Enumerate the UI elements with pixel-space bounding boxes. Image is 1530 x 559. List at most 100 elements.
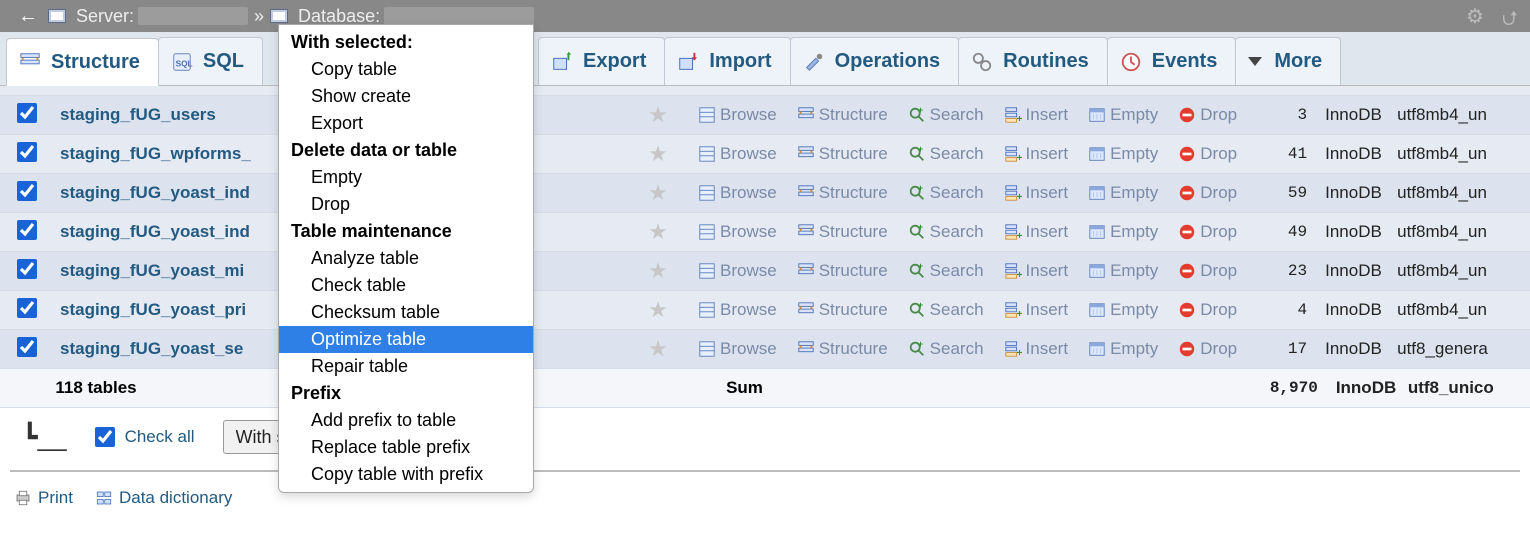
action-search[interactable]: +Search	[898, 339, 994, 359]
table-name-link[interactable]: staging_fUG_wpforms_	[60, 144, 251, 163]
row-checkbox[interactable]	[17, 142, 37, 162]
action-browse[interactable]: Browse	[688, 183, 787, 203]
action-search[interactable]: +Search	[898, 300, 994, 320]
action-search[interactable]: +Search	[898, 261, 994, 281]
ctx-checksum[interactable]: Checksum table	[279, 299, 533, 326]
tab-sql[interactable]: SQL SQL	[158, 37, 263, 85]
ctx-add-prefix[interactable]: Add prefix to table	[279, 407, 533, 434]
star-icon[interactable]: ★	[648, 141, 668, 166]
ctx-copy-table[interactable]: Copy table	[279, 56, 533, 83]
action-structure[interactable]: Structure	[787, 261, 898, 281]
star-icon[interactable]: ★	[648, 102, 668, 127]
action-drop[interactable]: Drop	[1168, 144, 1247, 164]
ctx-drop[interactable]: Drop	[279, 191, 533, 218]
action-drop[interactable]: Drop	[1168, 222, 1247, 242]
tab-more[interactable]: More	[1235, 37, 1341, 85]
row-checkbox[interactable]	[17, 337, 37, 357]
action-drop[interactable]: Drop	[1168, 105, 1247, 125]
ctx-header-prefix: Prefix	[279, 380, 533, 407]
action-insert[interactable]: +Insert	[994, 105, 1079, 125]
action-empty[interactable]: Empty	[1078, 300, 1168, 320]
action-browse[interactable]: Browse	[688, 300, 787, 320]
checkall-link[interactable]: Check all	[125, 427, 195, 447]
action-browse[interactable]: Browse	[688, 222, 787, 242]
row-checkbox[interactable]	[17, 298, 37, 318]
action-structure[interactable]: Structure	[787, 222, 898, 242]
action-browse[interactable]: Browse	[688, 339, 787, 359]
action-search[interactable]: +Search	[898, 105, 994, 125]
action-structure[interactable]: Structure	[787, 105, 898, 125]
search-icon: +	[908, 223, 926, 241]
ctx-check[interactable]: Check table	[279, 272, 533, 299]
search-icon: +	[908, 145, 926, 163]
action-drop[interactable]: Drop	[1168, 183, 1247, 203]
ctx-copy-prefix[interactable]: Copy table with prefix	[279, 461, 533, 488]
ctx-repair[interactable]: Repair table	[279, 353, 533, 380]
action-empty[interactable]: Empty	[1078, 339, 1168, 359]
action-search[interactable]: +Search	[898, 144, 994, 164]
row-checkbox[interactable]	[17, 220, 37, 240]
checkall-checkbox[interactable]	[95, 427, 115, 447]
tab-events[interactable]: Events	[1107, 37, 1237, 85]
row-checkbox[interactable]	[17, 181, 37, 201]
action-drop[interactable]: Drop	[1168, 339, 1247, 359]
star-icon[interactable]: ★	[648, 336, 668, 361]
action-drop[interactable]: Drop	[1168, 300, 1247, 320]
row-actions: BrowseStructure+Search+InsertEmptyDrop	[682, 300, 1253, 320]
data-dictionary-link[interactable]: Data dictionary	[95, 488, 232, 508]
tab-operations[interactable]: Operations	[790, 37, 960, 85]
star-icon[interactable]: ★	[648, 297, 668, 322]
action-empty[interactable]: Empty	[1078, 261, 1168, 281]
ctx-optimize[interactable]: Optimize table	[279, 326, 533, 353]
table-name-link[interactable]: staging_fUG_users	[60, 105, 216, 124]
action-insert[interactable]: +Insert	[994, 300, 1079, 320]
action-empty[interactable]: Empty	[1078, 144, 1168, 164]
row-checkbox[interactable]	[17, 103, 37, 123]
action-structure[interactable]: Structure	[787, 144, 898, 164]
ctx-show-create[interactable]: Show create	[279, 83, 533, 110]
tab-routines[interactable]: Routines	[958, 37, 1108, 85]
action-empty[interactable]: Empty	[1078, 105, 1168, 125]
table-name-link[interactable]: staging_fUG_yoast_se	[60, 339, 243, 358]
action-empty[interactable]: Empty	[1078, 183, 1168, 203]
star-icon[interactable]: ★	[648, 258, 668, 283]
action-label: Structure	[819, 144, 888, 164]
print-link[interactable]: Print	[14, 488, 73, 508]
tab-structure[interactable]: Structure	[6, 38, 159, 86]
table-name-link[interactable]: staging_fUG_yoast_ind	[60, 222, 250, 241]
action-browse[interactable]: Browse	[688, 144, 787, 164]
action-structure[interactable]: Structure	[787, 339, 898, 359]
table-name-link[interactable]: staging_fUG_yoast_mi	[60, 261, 244, 280]
gear-icon[interactable]: ⚙	[1466, 4, 1484, 38]
action-structure[interactable]: Structure	[787, 183, 898, 203]
star-icon[interactable]: ★	[648, 180, 668, 205]
row-checkbox[interactable]	[17, 259, 37, 279]
action-search[interactable]: +Search	[898, 183, 994, 203]
action-search[interactable]: +Search	[898, 222, 994, 242]
action-insert[interactable]: +Insert	[994, 144, 1079, 164]
action-browse[interactable]: Browse	[688, 261, 787, 281]
action-empty[interactable]: Empty	[1078, 222, 1168, 242]
action-insert[interactable]: +Insert	[994, 339, 1079, 359]
collapse-icon[interactable]: ⮍	[1502, 4, 1518, 38]
table-name-link[interactable]: staging_fUG_yoast_pri	[60, 300, 246, 319]
action-insert[interactable]: +Insert	[994, 222, 1079, 242]
browse-icon	[698, 301, 716, 319]
ctx-empty[interactable]: Empty	[279, 164, 533, 191]
action-insert[interactable]: +Insert	[994, 261, 1079, 281]
table-row: staging_fUG_yoast_pri ★ BrowseStructure+…	[0, 291, 1530, 330]
tab-export[interactable]: Export	[538, 37, 665, 85]
breadcrumb-sep: »	[248, 6, 270, 27]
back-arrow[interactable]: ←	[8, 5, 48, 28]
action-browse[interactable]: Browse	[688, 105, 787, 125]
tab-import[interactable]: Import	[664, 37, 790, 85]
browse-icon	[698, 184, 716, 202]
ctx-replace-prefix[interactable]: Replace table prefix	[279, 434, 533, 461]
ctx-analyze[interactable]: Analyze table	[279, 245, 533, 272]
star-icon[interactable]: ★	[648, 219, 668, 244]
action-insert[interactable]: +Insert	[994, 183, 1079, 203]
action-structure[interactable]: Structure	[787, 300, 898, 320]
action-drop[interactable]: Drop	[1168, 261, 1247, 281]
table-name-link[interactable]: staging_fUG_yoast_ind	[60, 183, 250, 202]
ctx-export[interactable]: Export	[279, 110, 533, 137]
